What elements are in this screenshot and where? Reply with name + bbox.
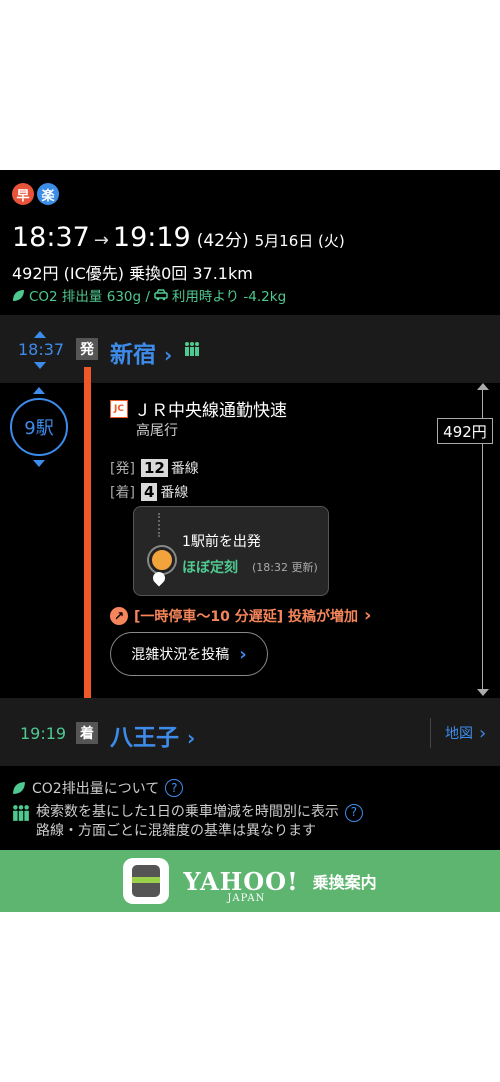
arrival-station-name[interactable]: 八王子	[110, 725, 179, 751]
congestion-icon	[13, 805, 29, 821]
route-detail-screen: 早 楽 18:37 → 19:19 (42分) 5月16日 (火) 492円 (…	[0, 170, 500, 912]
route-time-summary: 18:37 → 19:19 (42分) 5月16日 (火)	[12, 222, 345, 253]
travel-date: 5月16日 (火)	[254, 232, 345, 250]
leaf-icon	[13, 782, 25, 794]
departure-time[interactable]: 18:37	[18, 340, 64, 359]
map-button[interactable]: 地図 ›	[430, 718, 486, 748]
stops-expand-icon	[33, 387, 45, 394]
arrival-station[interactable]: 八王子 ›	[110, 718, 195, 752]
chevron-right-icon: ›	[239, 643, 247, 665]
arrival-tag: 着	[76, 722, 98, 744]
arr-platform-suffix: 番線	[160, 485, 189, 501]
stops-collapse-icon	[33, 460, 45, 467]
later-train-icon[interactable]	[34, 362, 46, 369]
easiest-badge: 楽	[37, 183, 59, 205]
arrival-platform: [着] 4 番線	[110, 482, 188, 502]
app-icon	[123, 858, 170, 904]
fastest-badge: 早	[12, 183, 34, 205]
earlier-train-icon[interactable]	[34, 331, 46, 338]
duration: (42分)	[196, 231, 249, 251]
dep-platform-suffix: 番線	[170, 461, 199, 477]
service-name: 乗換案内	[312, 873, 377, 892]
car-icon	[154, 289, 168, 301]
chevron-right-icon: ›	[164, 343, 173, 367]
right-arrow-icon: →	[93, 230, 109, 251]
congestion-text-line2: 路線・方面ごとに混雑度の基準は異なります	[36, 823, 316, 839]
yahoo-logo: YAHOO! JAPAN	[183, 866, 299, 904]
help-icon[interactable]: ?	[165, 779, 184, 797]
congestion-text: 検索数を基にした1日の乗車増減を時間別に表示 ? 路線・方面ごとに混雑度の基準は…	[36, 803, 363, 841]
departure-station[interactable]: 新宿 ›	[110, 335, 172, 369]
dep-platform-label: [発]	[110, 461, 135, 477]
departure-row[interactable]: 18:37 発 新宿 ›	[0, 315, 500, 383]
arr-platform-label: [着]	[110, 485, 135, 501]
yahoo-brand: YAHOO!	[183, 866, 299, 896]
congestion-text-line1: 検索数を基にした1日の乗車増減を時間別に表示	[36, 804, 339, 820]
train-line: JC ＪＲ中央線通勤快速	[110, 396, 287, 421]
status-updated: (18:32 更新)	[252, 561, 318, 574]
arrow-up-right-icon: ↗	[110, 606, 128, 625]
train-position: 1駅前を出発	[182, 534, 261, 550]
departure-platform: [発] 12 番線	[110, 458, 199, 478]
congestion-info: 検索数を基にした1日の乗車増減を時間別に表示 ? 路線・方面ごとに混雑度の基準は…	[12, 803, 363, 841]
leaf-icon	[13, 289, 24, 301]
delay-report-link[interactable]: ↗ [一時停車〜10 分遅延] 投稿が増加 ›	[110, 605, 371, 626]
chevron-right-icon: ›	[364, 605, 372, 626]
arrival-row[interactable]: 19:19 着 八王子 ›	[0, 698, 500, 766]
post-congestion-button[interactable]: 混雑状況を投稿 ›	[110, 632, 268, 676]
co2-summary: CO2 排出量 630g / 利用時より -4.2kg	[12, 285, 286, 305]
co2-value: CO2 排出量 630g /	[29, 289, 150, 305]
route-badges: 早 楽	[12, 183, 59, 205]
jc-line-icon: JC	[110, 399, 128, 418]
segment-fare: 492円	[437, 418, 493, 444]
on-time-status: ほぼ定刻	[182, 560, 238, 576]
train-status-card[interactable]: 1駅前を出発 ほぼ定刻 (18:32 更新)	[133, 506, 329, 596]
dotted-track	[158, 513, 162, 537]
fare-summary: 492円 (IC優先) 乗換0回 37.1km	[12, 264, 253, 283]
train-destination: 高尾行	[136, 423, 178, 439]
arrival-time: 19:19	[20, 724, 67, 743]
post-congestion-label: 混雑状況を投稿	[131, 647, 230, 663]
departure-tag: 発	[76, 338, 98, 360]
delay-report-text[interactable]: [一時停車〜10 分遅延] 投稿が増加	[134, 606, 358, 626]
stop-count-button[interactable]: 9駅	[10, 398, 68, 456]
train-icon	[149, 547, 175, 573]
map-label[interactable]: 地図	[445, 723, 473, 743]
arr-platform-number: 4	[140, 483, 158, 501]
co2-car-compare: 利用時より -4.2kg	[171, 289, 287, 305]
departure-station-name[interactable]: 新宿	[110, 342, 156, 368]
help-icon[interactable]: ?	[344, 803, 363, 822]
congestion-icon	[185, 342, 199, 356]
fare-arrow-down-icon	[477, 689, 489, 696]
fare-arrow-up-icon	[477, 383, 489, 390]
co2-info[interactable]: CO2排出量について ?	[12, 778, 184, 798]
train-app-icon	[132, 865, 161, 897]
summary-dep-time: 18:37	[12, 222, 90, 253]
chevron-right-icon: ›	[479, 722, 487, 744]
route-line	[84, 367, 91, 712]
yahoo-brand-sub: JAPAN	[227, 892, 266, 904]
line-name: ＪＲ中央線通勤快速	[134, 401, 287, 421]
co2-about-text: CO2排出量について	[32, 781, 160, 797]
chevron-right-icon: ›	[187, 726, 196, 750]
summary-arr-time: 19:19	[112, 222, 191, 253]
yahoo-footer-banner[interactable]: YAHOO! JAPAN 乗換案内	[0, 850, 500, 912]
dep-platform-number: 12	[140, 459, 168, 477]
